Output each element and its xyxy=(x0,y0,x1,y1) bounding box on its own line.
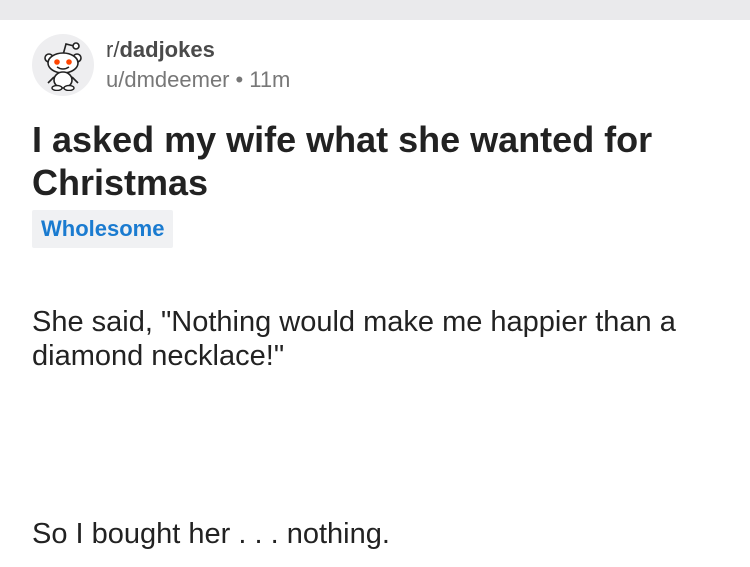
subreddit-link[interactable]: r/dadjokes xyxy=(106,35,290,65)
flair-badge[interactable]: Wholesome xyxy=(32,210,174,248)
snoo-icon[interactable] xyxy=(32,34,94,96)
top-bar xyxy=(0,0,750,20)
post-header: r/dadjokes u/dmdeemer • 11m xyxy=(32,34,290,96)
post-body-paragraph-1: She said, "Nothing would make me happier… xyxy=(32,306,676,372)
subreddit-name: dadjokes xyxy=(119,37,215,62)
post-body-paragraph-2: So I bought her . . . nothing. xyxy=(32,518,390,550)
post-meta: r/dadjokes u/dmdeemer • 11m xyxy=(106,35,290,95)
subreddit-prefix: r/ xyxy=(106,37,120,62)
user-line: u/dmdeemer • 11m xyxy=(106,65,290,95)
separator-dot: • xyxy=(235,67,244,92)
post-title[interactable]: I asked my wife what she wanted for Chri… xyxy=(32,118,722,204)
username-link[interactable]: u/dmdeemer xyxy=(106,67,230,92)
post-age: 11m xyxy=(249,67,291,92)
